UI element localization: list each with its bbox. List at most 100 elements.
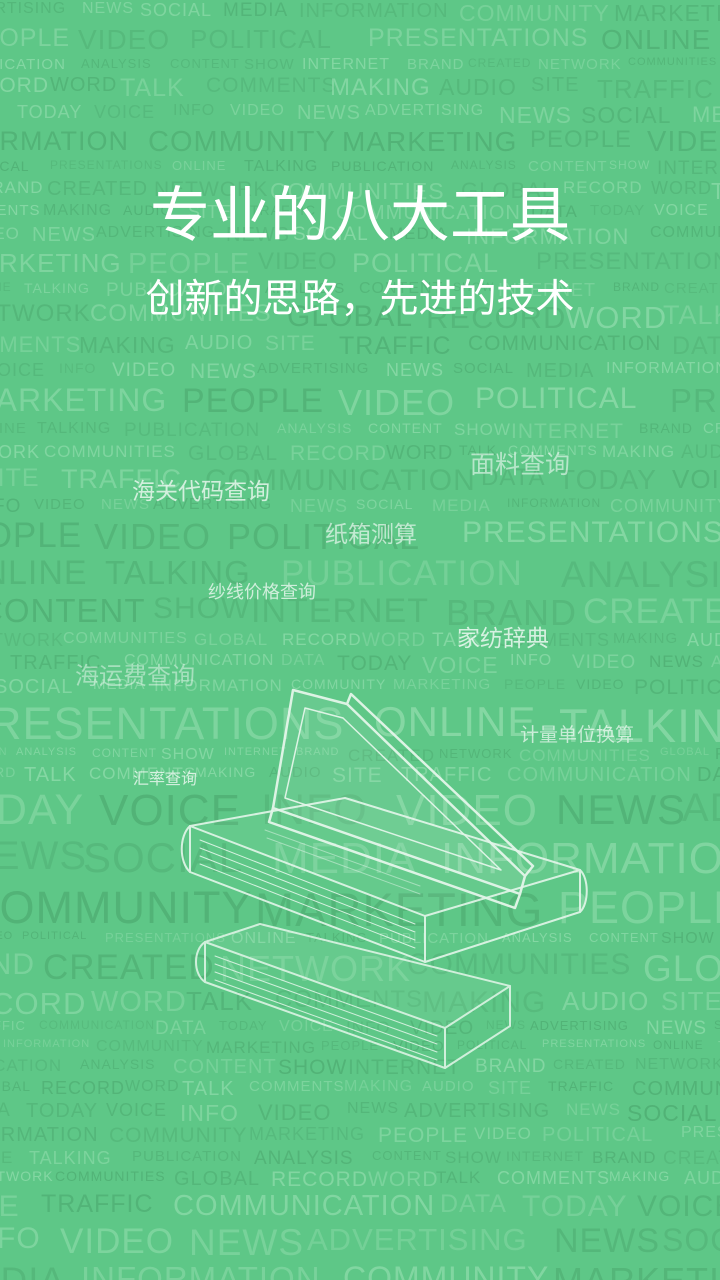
background-word: BRAND xyxy=(592,1148,657,1167)
background-word: NETWORK xyxy=(538,56,622,73)
background-word: INFO xyxy=(510,652,553,669)
background-word: NEWS xyxy=(290,496,348,516)
background-word: BRAND xyxy=(407,56,465,73)
background-word: TALK xyxy=(436,1168,482,1187)
tool-carton-calculator[interactable]: 纸箱测算 xyxy=(325,515,417,549)
splash-screen: ADVERTISINGNEWSSOCIALMEDIAINFORMATIONCOM… xyxy=(0,0,720,1280)
background-word: COMMUNITY xyxy=(610,496,720,516)
background-word: WORD xyxy=(386,442,454,464)
background-word: VOICE xyxy=(637,1190,720,1223)
background-word: ANALYSIS xyxy=(80,1056,156,1072)
background-word: INFO xyxy=(0,496,22,517)
background-word: PRESENTATIONS xyxy=(462,516,720,549)
tool-fabric-query[interactable]: 面料查询 xyxy=(470,445,570,481)
background-word: SITE xyxy=(0,1190,20,1223)
background-word: SOCIAL xyxy=(662,1222,720,1258)
background-word: MAKING xyxy=(330,74,431,101)
background-word: SOCIAL xyxy=(0,676,74,698)
background-word: SHOW xyxy=(445,1148,502,1167)
background-word: MARKETING xyxy=(0,382,168,418)
background-word: NEWS xyxy=(646,1018,707,1039)
background-word: CREATED xyxy=(468,56,532,70)
background-word: BRAND xyxy=(639,420,694,436)
background-word: ADVERTISING xyxy=(257,360,370,377)
background-word: RECORD xyxy=(715,746,720,764)
background-word: TALKING xyxy=(37,420,112,437)
background-word: INFO xyxy=(59,360,97,376)
tool-yarn-price-query[interactable]: 纱线价格查询 xyxy=(208,578,316,604)
background-word: ADVERTISING xyxy=(307,1222,528,1257)
background-word: GLOBAL xyxy=(194,630,269,649)
background-word: PEOPLE xyxy=(0,24,71,52)
background-word: DATA xyxy=(697,764,720,786)
background-word: POLITICAL xyxy=(22,930,88,942)
background-word: WORD xyxy=(50,74,118,96)
background-word: RECORD xyxy=(41,1078,126,1098)
background-word: SHOW xyxy=(661,930,715,947)
background-word: TALKING xyxy=(29,1148,112,1168)
background-word: TALK xyxy=(24,764,77,786)
background-word: PUBLICATION xyxy=(132,1148,242,1165)
background-word: VOICE xyxy=(106,1100,168,1120)
background-word: SOCIAL xyxy=(714,1018,720,1032)
background-word: COMMUNICATION xyxy=(468,332,662,355)
tool-home-textile-dictionary[interactable]: 家纺辞典 xyxy=(457,619,549,653)
background-word: ANALYSIS xyxy=(81,56,152,71)
background-word: SHOW xyxy=(609,158,651,172)
background-word: GLOBAL xyxy=(660,746,711,758)
background-word: ADVERTISING xyxy=(404,1100,551,1122)
background-word: MEDIA xyxy=(692,102,720,127)
background-word: INFORMATION xyxy=(81,1260,321,1280)
background-word: ONLINE xyxy=(601,24,712,55)
background-word: VIDEO xyxy=(338,382,456,423)
background-word: PRESENTATIONS xyxy=(50,158,163,172)
background-word: POLITICAL xyxy=(190,24,332,54)
background-word: COMMUNITIES xyxy=(44,442,176,461)
background-word: NETWORK xyxy=(0,442,40,462)
background-word: WORD xyxy=(368,1168,439,1191)
background-word: NEWS xyxy=(82,0,134,17)
background-word: SITE xyxy=(531,74,580,96)
background-word: AUDIO xyxy=(681,442,720,463)
background-word: VIDEO xyxy=(258,1100,332,1125)
background-word: TODAY xyxy=(558,464,657,495)
background-word: VOICE xyxy=(0,360,46,380)
background-word: COMMUNITY xyxy=(343,1260,550,1280)
tool-customs-code-query[interactable]: 海关代码查询 xyxy=(132,472,270,506)
background-word: INFORMATION xyxy=(606,360,720,377)
background-word: ANALYSIS xyxy=(451,158,517,172)
background-word: AUDIO xyxy=(439,74,517,100)
background-word: NEWS xyxy=(297,102,361,124)
background-word: MEDIA xyxy=(0,1260,65,1280)
background-word: TODAY xyxy=(26,1100,99,1122)
background-word: WORD xyxy=(91,986,187,1018)
background-word: GLOBAL xyxy=(188,442,279,465)
background-word: ONLINE xyxy=(0,1148,14,1167)
background-word: RECORD xyxy=(271,1168,369,1191)
background-word: SITE xyxy=(265,332,316,355)
background-word: PRESENTATIONS xyxy=(681,1124,720,1141)
background-word: SITE xyxy=(661,986,720,1016)
background-word: DATA xyxy=(0,1100,11,1121)
background-word: PUBLICATION xyxy=(0,1056,63,1075)
background-word: AUDIO xyxy=(684,1168,720,1188)
background-word: MEDIA xyxy=(223,0,289,21)
background-word: TRAFFIC xyxy=(339,332,452,360)
background-word: PUBLICATION xyxy=(281,554,523,593)
background-word: PEOPLE xyxy=(378,1124,469,1147)
background-word: PUBLICATION xyxy=(0,746,8,758)
background-word: POLITICAL xyxy=(634,676,720,699)
background-word: AUDIO xyxy=(687,630,720,650)
background-word: VIDEO xyxy=(112,360,177,381)
background-word: NEWS xyxy=(554,1222,660,1260)
background-word: RECORD xyxy=(0,74,50,97)
splash-title: 专业的八大工具 xyxy=(150,181,570,251)
background-word: INFORMATION xyxy=(299,0,449,22)
background-word: SHOW xyxy=(454,420,511,439)
background-word: POLITICAL xyxy=(475,382,638,415)
background-word: PUBLICATION xyxy=(0,56,66,73)
background-word: AUDIO xyxy=(185,332,254,354)
background-word: VIDEO xyxy=(0,930,14,942)
background-word: INFORMATION xyxy=(0,126,129,156)
background-word: MAKING xyxy=(609,1168,671,1184)
